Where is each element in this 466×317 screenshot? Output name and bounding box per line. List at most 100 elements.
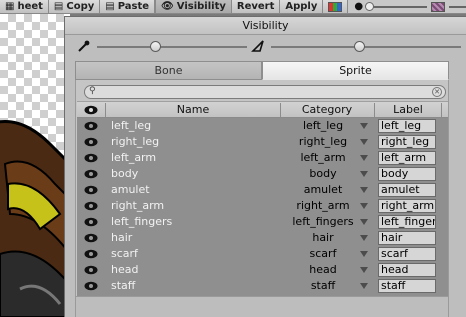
category-dropdown[interactable]: right_arm xyxy=(281,199,365,212)
category-dropdown[interactable]: staff xyxy=(281,279,365,292)
label-field[interactable]: right_leg xyxy=(378,135,436,149)
search-input[interactable] xyxy=(99,87,424,97)
visibility-eye-icon[interactable] xyxy=(84,249,98,259)
visibility-eye-icon[interactable] xyxy=(84,201,98,211)
visibility-eye-icon[interactable] xyxy=(84,281,98,291)
sprite-name: left_leg xyxy=(111,119,152,132)
visibility-eye-icon[interactable] xyxy=(84,217,98,227)
table-row[interactable]: right_leg right_leg right_leg xyxy=(77,134,448,150)
dropdown-arrow-icon[interactable] xyxy=(360,251,368,257)
dropdown-arrow-icon[interactable] xyxy=(360,187,368,193)
visibility-eye-icon[interactable] xyxy=(84,137,98,147)
table-row[interactable]: staff staff staff xyxy=(77,278,448,294)
tab-bone[interactable]: Bone xyxy=(75,61,262,80)
label-field[interactable]: body xyxy=(378,167,436,181)
dropdown-arrow-icon[interactable] xyxy=(360,171,368,177)
category-dropdown[interactable]: left_fingers xyxy=(281,215,365,228)
category-dropdown[interactable]: scarf xyxy=(281,247,365,260)
bone-opacity-track[interactable] xyxy=(97,46,247,48)
table-row[interactable]: right_arm right_arm right_arm xyxy=(77,198,448,214)
visibility-label: Visibility xyxy=(176,1,226,12)
category-dropdown[interactable]: left_arm xyxy=(281,151,365,164)
sheet-label: heet xyxy=(17,1,43,12)
visibility-eye-icon[interactable] xyxy=(84,233,98,243)
category-dropdown[interactable]: hair xyxy=(281,231,365,244)
dropdown-arrow-icon[interactable] xyxy=(360,155,368,161)
label-column-header[interactable]: Label xyxy=(375,102,441,118)
revert-button[interactable]: Revert xyxy=(231,0,281,13)
table-row[interactable]: body body body xyxy=(77,166,448,182)
sprite-name: left_arm xyxy=(111,151,157,164)
clear-search-icon[interactable]: ✕ xyxy=(432,87,442,97)
visibility-eye-icon[interactable] xyxy=(84,121,98,131)
sprite-name: hair xyxy=(111,231,133,244)
search-field[interactable]: ⚲ ✕ xyxy=(84,85,446,99)
copy-button[interactable]: ▤ Copy xyxy=(48,0,101,13)
dropdown-arrow-icon[interactable] xyxy=(360,123,368,129)
preview-slider[interactable]: ● xyxy=(348,0,466,13)
top-toolbar: ▦ heet ▤ Copy ▤ Paste 👁 Visibility Rever… xyxy=(0,0,466,14)
bone-brush-icon xyxy=(78,40,90,52)
sprite-panel: ⚲ ✕ Name Category Label left_leg left_leg… xyxy=(75,80,449,317)
table-row[interactable]: left_arm left_arm left_arm xyxy=(77,150,448,166)
texture-swatch-icon xyxy=(431,1,446,12)
label-field[interactable]: left_leg xyxy=(378,119,436,133)
sprite-opacity-track[interactable] xyxy=(271,46,461,48)
table-row[interactable]: left_fingers left_fingers left_fingers xyxy=(77,214,448,230)
sheet-button[interactable]: ▦ heet xyxy=(0,0,49,13)
name-column-header[interactable]: Name xyxy=(106,102,280,118)
sprite-opacity-slider[interactable] xyxy=(354,41,365,52)
scene-view xyxy=(0,14,70,317)
dot-icon: ● xyxy=(354,0,364,12)
category-dropdown[interactable]: right_leg xyxy=(281,135,365,148)
sprite-brush-icon xyxy=(251,40,264,52)
label-field[interactable]: right_arm xyxy=(378,199,436,213)
dropdown-arrow-icon[interactable] xyxy=(360,267,368,273)
sprite-name: scarf xyxy=(111,247,138,260)
table-header: Name Category Label xyxy=(77,101,448,118)
visibility-eye-icon[interactable] xyxy=(84,265,98,275)
sprite-name: body xyxy=(111,167,139,180)
bone-opacity-slider[interactable] xyxy=(150,41,161,52)
dropdown-arrow-icon[interactable] xyxy=(360,283,368,289)
visibility-eye-icon[interactable] xyxy=(84,185,98,195)
category-dropdown[interactable]: amulet xyxy=(281,183,365,196)
visibility-window: Visibility Bone Sprite ⚲ ✕ Name Category… xyxy=(64,16,466,317)
category-dropdown[interactable]: head xyxy=(281,263,365,276)
preview-slider-track-2[interactable] xyxy=(449,5,466,8)
dropdown-arrow-icon[interactable] xyxy=(360,219,368,225)
window-title: Visibility xyxy=(65,17,466,35)
preview-slider-track[interactable] xyxy=(365,1,428,11)
dropdown-arrow-icon[interactable] xyxy=(360,203,368,209)
panel-footer xyxy=(76,296,448,317)
dropdown-arrow-icon[interactable] xyxy=(360,139,368,145)
table-row[interactable]: amulet amulet amulet xyxy=(77,182,448,198)
table-row[interactable]: head head head xyxy=(77,262,448,278)
label-field[interactable]: head xyxy=(378,263,436,277)
label-field[interactable]: left_fingers xyxy=(378,215,436,229)
preview-slider-knob[interactable] xyxy=(365,1,375,11)
visibility-button[interactable]: 👁 Visibility xyxy=(156,0,232,13)
category-dropdown[interactable]: body xyxy=(281,167,365,180)
paste-label: Paste xyxy=(117,1,150,12)
table-row[interactable]: left_leg left_leg left_leg xyxy=(77,118,448,134)
label-field[interactable]: amulet xyxy=(378,183,436,197)
table-row[interactable]: hair hair hair xyxy=(77,230,448,246)
apply-button[interactable]: Apply xyxy=(280,0,324,13)
table-row[interactable]: scarf scarf scarf xyxy=(77,246,448,262)
visibility-eye-icon[interactable] xyxy=(84,169,98,179)
category-column-header[interactable]: Category xyxy=(281,102,373,118)
label-field[interactable]: left_arm xyxy=(378,151,436,165)
label-field[interactable]: scarf xyxy=(378,247,436,261)
mode-tabs: Bone Sprite xyxy=(75,61,449,80)
paste-button[interactable]: ▤ Paste xyxy=(100,0,156,13)
eye-icon[interactable] xyxy=(84,105,98,115)
category-dropdown[interactable]: left_leg xyxy=(281,119,365,132)
opacity-row xyxy=(65,35,466,57)
color-toggle-button[interactable] xyxy=(323,0,349,13)
label-field[interactable]: staff xyxy=(378,279,436,293)
tab-sprite[interactable]: Sprite xyxy=(262,61,449,80)
dropdown-arrow-icon[interactable] xyxy=(360,235,368,241)
label-field[interactable]: hair xyxy=(378,231,436,245)
visibility-eye-icon[interactable] xyxy=(84,153,98,163)
